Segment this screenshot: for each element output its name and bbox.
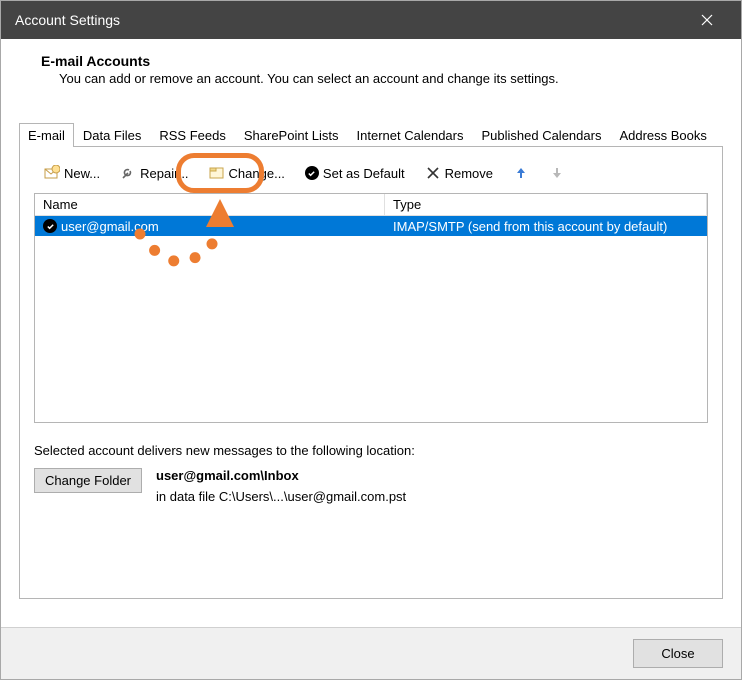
- arrow-up-icon: [513, 165, 529, 181]
- change-label: Change...: [229, 166, 285, 181]
- move-down-button[interactable]: [543, 163, 571, 183]
- tab-panel-email: New... Repair... Change... Set as Defaul…: [19, 147, 723, 599]
- repair-label: Repair...: [140, 166, 188, 181]
- tab-address-books[interactable]: Address Books: [610, 123, 715, 147]
- move-up-button[interactable]: [507, 163, 535, 183]
- change-folder-button[interactable]: Change Folder: [34, 468, 142, 493]
- account-list[interactable]: Name Type user@gmail.com IMAP/SMTP (send…: [34, 193, 708, 423]
- default-check-icon: [43, 219, 57, 233]
- footer-bar: Close: [1, 627, 741, 679]
- repair-button[interactable]: Repair...: [114, 163, 194, 183]
- col-header-name[interactable]: Name: [35, 194, 385, 215]
- remove-label: Remove: [445, 166, 493, 181]
- col-header-type[interactable]: Type: [385, 194, 707, 215]
- tab-email[interactable]: E-mail: [19, 123, 74, 147]
- account-type: IMAP/SMTP (send from this account by def…: [385, 219, 675, 234]
- delivery-location: user@gmail.com\Inbox: [156, 468, 406, 483]
- repair-icon: [120, 165, 136, 181]
- tab-rss-feeds[interactable]: RSS Feeds: [150, 123, 234, 147]
- tab-strip: E-mail Data Files RSS Feeds SharePoint L…: [19, 122, 723, 147]
- page-title: E-mail Accounts: [41, 53, 711, 69]
- header-block: E-mail Accounts You can add or remove an…: [1, 39, 741, 94]
- tab-published-calendars[interactable]: Published Calendars: [472, 123, 610, 147]
- set-default-label: Set as Default: [323, 166, 405, 181]
- arrow-down-icon: [549, 165, 565, 181]
- remove-x-icon: [425, 165, 441, 181]
- new-mail-icon: [44, 165, 60, 181]
- close-button-footer[interactable]: Close: [633, 639, 723, 668]
- delivery-datafile: in data file C:\Users\...\user@gmail.com…: [156, 489, 406, 504]
- close-icon: [701, 14, 713, 26]
- tab-data-files[interactable]: Data Files: [74, 123, 151, 147]
- account-name: user@gmail.com: [61, 219, 159, 234]
- new-label: New...: [64, 166, 100, 181]
- toolbar: New... Repair... Change... Set as Defaul…: [34, 161, 708, 193]
- set-default-button[interactable]: Set as Default: [299, 164, 411, 183]
- page-description: You can add or remove an account. You ca…: [59, 71, 711, 86]
- tab-internet-calendars[interactable]: Internet Calendars: [348, 123, 473, 147]
- tab-sharepoint-lists[interactable]: SharePoint Lists: [235, 123, 348, 147]
- titlebar: Account Settings: [1, 1, 741, 39]
- delivery-block: Selected account delivers new messages t…: [34, 443, 708, 504]
- list-header: Name Type: [35, 194, 707, 216]
- new-button[interactable]: New...: [38, 163, 106, 183]
- change-button[interactable]: Change...: [203, 163, 291, 183]
- remove-button[interactable]: Remove: [419, 163, 499, 183]
- window-title: Account Settings: [15, 12, 120, 28]
- close-button[interactable]: [687, 1, 727, 39]
- account-row[interactable]: user@gmail.com IMAP/SMTP (send from this…: [35, 216, 707, 236]
- delivery-intro: Selected account delivers new messages t…: [34, 443, 708, 458]
- check-icon: [305, 166, 319, 180]
- change-folder-icon: [209, 165, 225, 181]
